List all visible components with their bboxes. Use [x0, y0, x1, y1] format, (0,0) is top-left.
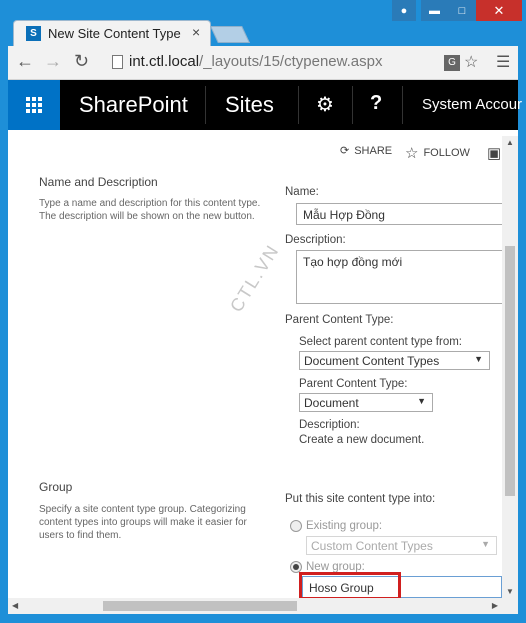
put-into-label: Put this site content type into: [285, 493, 436, 505]
minimize-button[interactable]: ▬ [421, 0, 448, 21]
parent-type-label: Parent Content Type: [299, 378, 408, 390]
back-arrow-icon[interactable]: ← [16, 51, 34, 72]
url-host: int.ctl.local [129, 53, 200, 70]
user-menu[interactable]: System Accour [422, 96, 522, 113]
share-button[interactable]: ⟳ SHARE [340, 144, 393, 158]
scrollbar-corner [502, 598, 518, 614]
sites-link[interactable]: Sites [225, 92, 274, 118]
maximize-button[interactable]: □ [448, 0, 476, 21]
vertical-scrollbar[interactable]: ▲ ▼ [502, 136, 518, 598]
settings-gear-icon[interactable]: ⚙ [316, 92, 334, 117]
follow-button[interactable]: ☆ FOLLOW [405, 144, 470, 162]
name-section-title: Name and Description [39, 175, 158, 189]
follow-label: FOLLOW [423, 147, 470, 159]
horizontal-scroll-thumb[interactable] [103, 601, 297, 611]
translate-icon[interactable]: G [444, 55, 460, 71]
forward-arrow-icon[interactable]: → [44, 51, 62, 72]
star-icon: ☆ [405, 145, 419, 162]
scroll-right-arrow-icon[interactable]: ▶ [492, 601, 498, 610]
select-from-dropdown[interactable]: Document Content Types ▼ [299, 351, 490, 370]
existing-group-label: Existing group: [306, 520, 383, 532]
page-content: ⟳ SHARE ☆ FOLLOW ▣ CTL.VN Name and Descr… [8, 130, 518, 598]
highlight-box [299, 572, 401, 598]
reload-icon[interactable]: ↻ [74, 51, 89, 72]
parent-desc-value: Create a new document. [299, 434, 425, 446]
dropdown-arrow-icon: ▼ [474, 354, 483, 364]
app-launcher-icon[interactable] [8, 80, 60, 130]
scroll-down-arrow-icon[interactable]: ▼ [506, 587, 514, 596]
group-section-description: Specify a site content type group. Categ… [39, 504, 247, 541]
window-bottom-frame [0, 614, 526, 623]
tab-close-icon[interactable]: × [192, 24, 200, 40]
existing-group-dropdown[interactable]: Custom Content Types ▼ [306, 536, 497, 555]
url-path: /_layouts/15/ctypenew.aspx [199, 53, 383, 70]
description-textarea[interactable]: Tạo hợp đồng mới [296, 250, 516, 304]
focus-content-icon[interactable]: ▣ [487, 144, 501, 162]
window-titlebar: ● ▬ □ ✕ S New Site Content Type × [0, 0, 526, 46]
name-input[interactable]: Mẫu Hợp Đồng [296, 203, 516, 225]
name-label: Name: [285, 186, 319, 198]
sharepoint-suite-bar: SharePoint Sites ⚙ ? System Accour [8, 80, 522, 130]
browser-tab[interactable]: S New Site Content Type × [13, 20, 211, 46]
select-from-value: Document Content Types [304, 354, 440, 368]
share-icon: ⟳ [340, 145, 350, 157]
select-from-label: Select parent content type from: [299, 336, 463, 348]
bookmark-star-icon[interactable]: ☆ [464, 52, 478, 72]
vertical-scroll-thumb[interactable] [505, 246, 515, 496]
close-window-button[interactable]: ✕ [476, 0, 522, 21]
horizontal-scrollbar[interactable]: ◀ ▶ [8, 598, 502, 614]
page-info-icon[interactable] [112, 55, 123, 69]
share-label: SHARE [354, 144, 393, 157]
tab-title: New Site Content Type [48, 26, 181, 41]
user-icon[interactable]: ● [392, 0, 416, 21]
browser-menu-icon[interactable]: ☰ [496, 52, 510, 72]
name-section-description: Type a name and description for this con… [39, 198, 261, 222]
parent-type-value: Document [304, 396, 359, 410]
help-icon[interactable]: ? [370, 92, 382, 115]
parent-type-dropdown[interactable]: Document ▼ [299, 393, 433, 412]
sharepoint-brand[interactable]: SharePoint [79, 92, 188, 118]
existing-group-radio[interactable] [290, 520, 302, 532]
dropdown-arrow-icon: ▼ [417, 396, 426, 406]
watermark: CTL.VN [226, 240, 284, 316]
new-tab-button[interactable] [210, 26, 250, 43]
scroll-left-arrow-icon[interactable]: ◀ [12, 601, 18, 610]
scroll-up-arrow-icon[interactable]: ▲ [506, 138, 514, 147]
group-section-title: Group [39, 480, 73, 494]
parent-content-type-label: Parent Content Type: [285, 314, 394, 326]
sharepoint-favicon-icon: S [26, 26, 41, 41]
existing-group-value: Custom Content Types [311, 539, 433, 553]
browser-toolbar: ← → ↻ int.ctl.local/_layouts/15/ctypenew… [8, 46, 518, 80]
parent-desc-label: Description: [299, 419, 360, 431]
address-bar[interactable]: int.ctl.local/_layouts/15/ctypenew.aspx [129, 53, 382, 70]
dropdown-arrow-icon: ▼ [481, 539, 490, 549]
description-label: Description: [285, 234, 346, 246]
